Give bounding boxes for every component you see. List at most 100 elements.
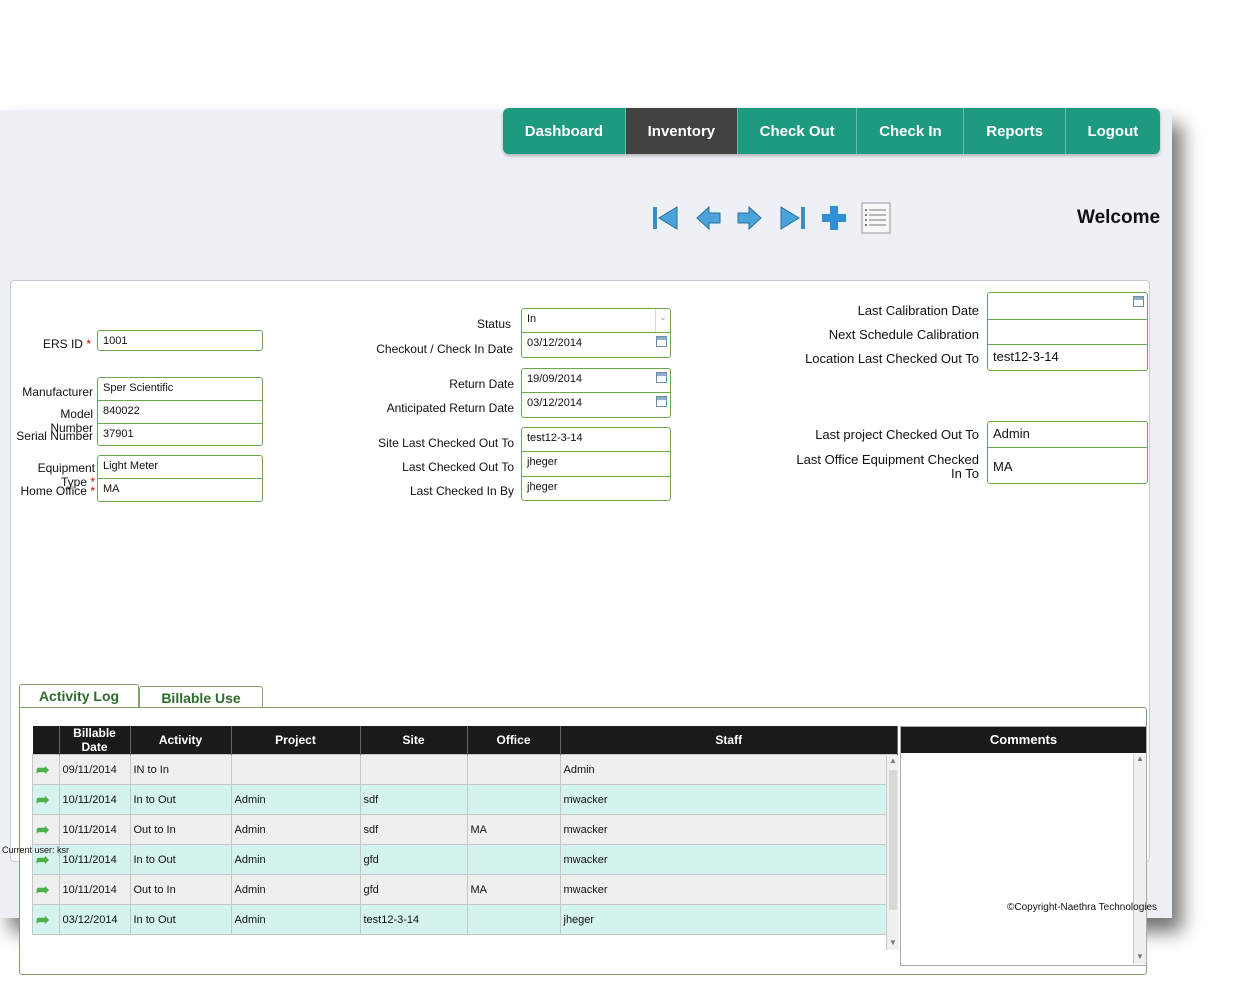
equipment-type-field[interactable]: Light Meter <box>98 456 262 479</box>
table-row[interactable]: ➦ 09/11/2014 IN to In Admin <box>32 754 898 785</box>
app-window: Dashboard Inventory Check Out Check In R… <box>0 108 1172 975</box>
staff-cell: mwacker <box>559 844 898 875</box>
last-record-icon <box>780 206 805 230</box>
current-user-text: Current user: ksr <box>2 845 70 855</box>
tab-check-out[interactable]: Check Out <box>738 108 858 154</box>
list-icon <box>861 202 891 234</box>
table-scrollbar[interactable]: ▲ ▼ <box>886 756 899 950</box>
share-arrow-icon[interactable]: ➦ <box>36 882 49 899</box>
billable-date-cell: 10/11/2014 <box>58 814 131 845</box>
add-record-button[interactable] <box>818 202 850 234</box>
first-record-button[interactable] <box>650 202 682 234</box>
checkout-checkin-field[interactable]: 03/12/2014 <box>522 333 670 359</box>
calendar-icon[interactable] <box>656 396 667 407</box>
row-action-cell[interactable]: ➦ <box>32 784 60 815</box>
site-last-field[interactable]: test12-3-14 <box>522 428 670 452</box>
last-office-field[interactable]: MA <box>988 448 1147 485</box>
office-cell <box>466 784 561 815</box>
location-last-field[interactable]: test12-3-14 <box>988 345 1147 372</box>
column-header-project[interactable]: Project <box>231 726 361 755</box>
next-record-button[interactable] <box>734 202 766 234</box>
model-number-field[interactable]: 840022 <box>98 401 262 424</box>
status-group: In ⌄ 03/12/2014 <box>521 308 671 358</box>
next-calibration-label: Next Schedule Calibration <box>828 327 979 342</box>
last-project-field[interactable]: Admin <box>988 422 1147 448</box>
scroll-thumb[interactable] <box>889 770 897 910</box>
scroll-down-icon[interactable]: ▼ <box>1134 952 1146 964</box>
status-label: Status <box>476 317 511 331</box>
add-icon <box>822 206 846 230</box>
calendar-icon[interactable] <box>1133 296 1144 307</box>
return-date-field[interactable]: 19/09/2014 <box>522 369 670 393</box>
type-office-group: Light Meter MA <box>97 455 263 502</box>
comments-scrollbar[interactable]: ▲ ▼ <box>1133 754 1146 964</box>
chevron-down-icon[interactable]: ⌄ <box>655 309 670 332</box>
project-cell <box>230 754 361 785</box>
last-calibration-label: Last Calibration Date <box>857 303 979 318</box>
staff-cell: mwacker <box>559 874 898 905</box>
activity-cell: Out to In <box>129 874 232 905</box>
row-action-cell[interactable]: ➦ <box>32 754 60 785</box>
anticipated-return-field[interactable]: 03/12/2014 <box>522 393 670 419</box>
status-select[interactable]: In ⌄ <box>522 309 670 333</box>
share-arrow-icon[interactable]: ➦ <box>36 822 49 839</box>
table-row[interactable]: ➦ 03/12/2014 In to Out Admin test12-3-14… <box>32 904 898 935</box>
last-calibration-field[interactable] <box>988 293 1147 320</box>
office-cell <box>466 844 561 875</box>
tab-reports[interactable]: Reports <box>964 108 1066 154</box>
welcome-text: Welcome <box>1077 207 1161 228</box>
table-row[interactable]: ➦ 10/11/2014 Out to In Admin sdf MA mwac… <box>32 814 898 845</box>
last-record-button[interactable] <box>776 202 808 234</box>
comments-header: Comments <box>901 727 1146 753</box>
last-project-label: Last project Checked Out To <box>815 427 979 442</box>
staff-cell: mwacker <box>559 814 898 845</box>
table-row[interactable]: ➦ 10/11/2014 Out to In Admin gfd MA mwac… <box>32 874 898 905</box>
serial-number-field[interactable]: 37901 <box>98 424 262 447</box>
row-action-cell[interactable]: ➦ <box>32 814 60 845</box>
share-arrow-icon[interactable]: ➦ <box>36 792 49 809</box>
table-header-row: Billable Date Activity Project Site Offi… <box>32 726 898 755</box>
tab-billable-use-log[interactable]: Billable Use Log <box>139 686 263 722</box>
list-view-button[interactable] <box>860 202 892 234</box>
table-row[interactable]: ➦ 10/11/2014 In to Out Admin gfd mwacker <box>32 844 898 875</box>
comments-textarea[interactable] <box>901 754 1132 965</box>
tab-activity-log[interactable]: Activity Log <box>19 684 139 708</box>
staff-cell: Admin <box>559 754 898 785</box>
scroll-down-icon[interactable]: ▼ <box>887 938 899 950</box>
billable-date-cell: 10/11/2014 <box>58 874 131 905</box>
table-row[interactable]: ➦ 10/11/2014 In to Out Admin sdf mwacker <box>32 784 898 815</box>
row-action-cell[interactable]: ➦ <box>32 904 60 935</box>
tab-logout[interactable]: Logout <box>1066 108 1160 154</box>
last-office-label: Last Office Equipment Checked In To <box>796 452 979 481</box>
manufacturer-field[interactable]: Sper Scientific <box>98 378 262 401</box>
tab-inventory[interactable]: Inventory <box>625 108 738 154</box>
comments-box: Comments ▲ ▼ <box>900 726 1147 966</box>
column-header-billable-date[interactable]: Billable Date <box>59 726 131 755</box>
column-header-activity[interactable]: Activity <box>130 726 232 755</box>
tab-dashboard[interactable]: Dashboard <box>503 108 626 154</box>
column-header-office[interactable]: Office <box>467 726 561 755</box>
next-calibration-field[interactable] <box>988 320 1147 345</box>
last-checked-in-field[interactable]: jheger <box>522 477 670 502</box>
last-checked-group: test12-3-14 jheger jheger <box>521 427 671 501</box>
scroll-up-icon[interactable]: ▲ <box>887 756 899 768</box>
column-header-staff[interactable]: Staff <box>560 726 898 755</box>
tab-check-in[interactable]: Check In <box>857 108 965 154</box>
scroll-up-icon[interactable]: ▲ <box>1134 754 1146 766</box>
checkout-checkin-label: Checkout / Check In Date <box>376 342 513 356</box>
previous-record-icon <box>696 205 721 231</box>
row-action-cell[interactable]: ➦ <box>32 874 60 905</box>
previous-record-button[interactable] <box>692 202 724 234</box>
equipment-form: ERS ID * 1001 Manufacturer Model Number … <box>10 280 1150 975</box>
home-office-field[interactable]: MA <box>98 479 262 503</box>
office-cell: MA <box>466 874 561 905</box>
return-date-label: Return Date <box>449 377 514 391</box>
share-arrow-icon[interactable]: ➦ <box>36 762 49 779</box>
ers-id-field[interactable]: 1001 <box>97 330 263 351</box>
return-dates-group: 19/09/2014 03/12/2014 <box>521 368 671 418</box>
calendar-icon[interactable] <box>656 372 667 383</box>
calendar-icon[interactable] <box>656 336 667 347</box>
share-arrow-icon[interactable]: ➦ <box>36 912 49 929</box>
last-checked-out-field[interactable]: jheger <box>522 452 670 477</box>
column-header-site[interactable]: Site <box>360 726 468 755</box>
